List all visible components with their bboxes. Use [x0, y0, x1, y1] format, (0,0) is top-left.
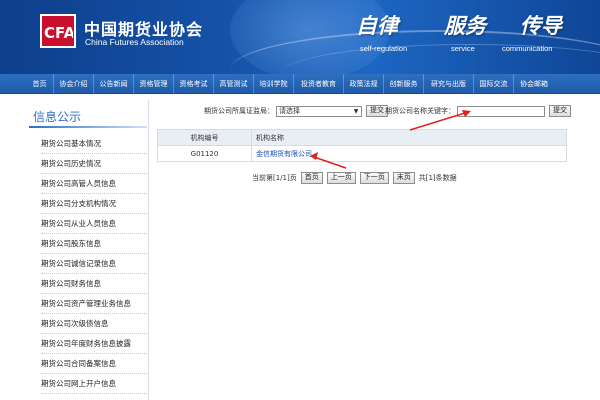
annotation-arrows	[310, 110, 471, 169]
annotation-arrow-keyword	[409, 111, 469, 131]
arrowhead-icon	[310, 152, 318, 160]
annotation-arrow-company	[313, 156, 347, 169]
